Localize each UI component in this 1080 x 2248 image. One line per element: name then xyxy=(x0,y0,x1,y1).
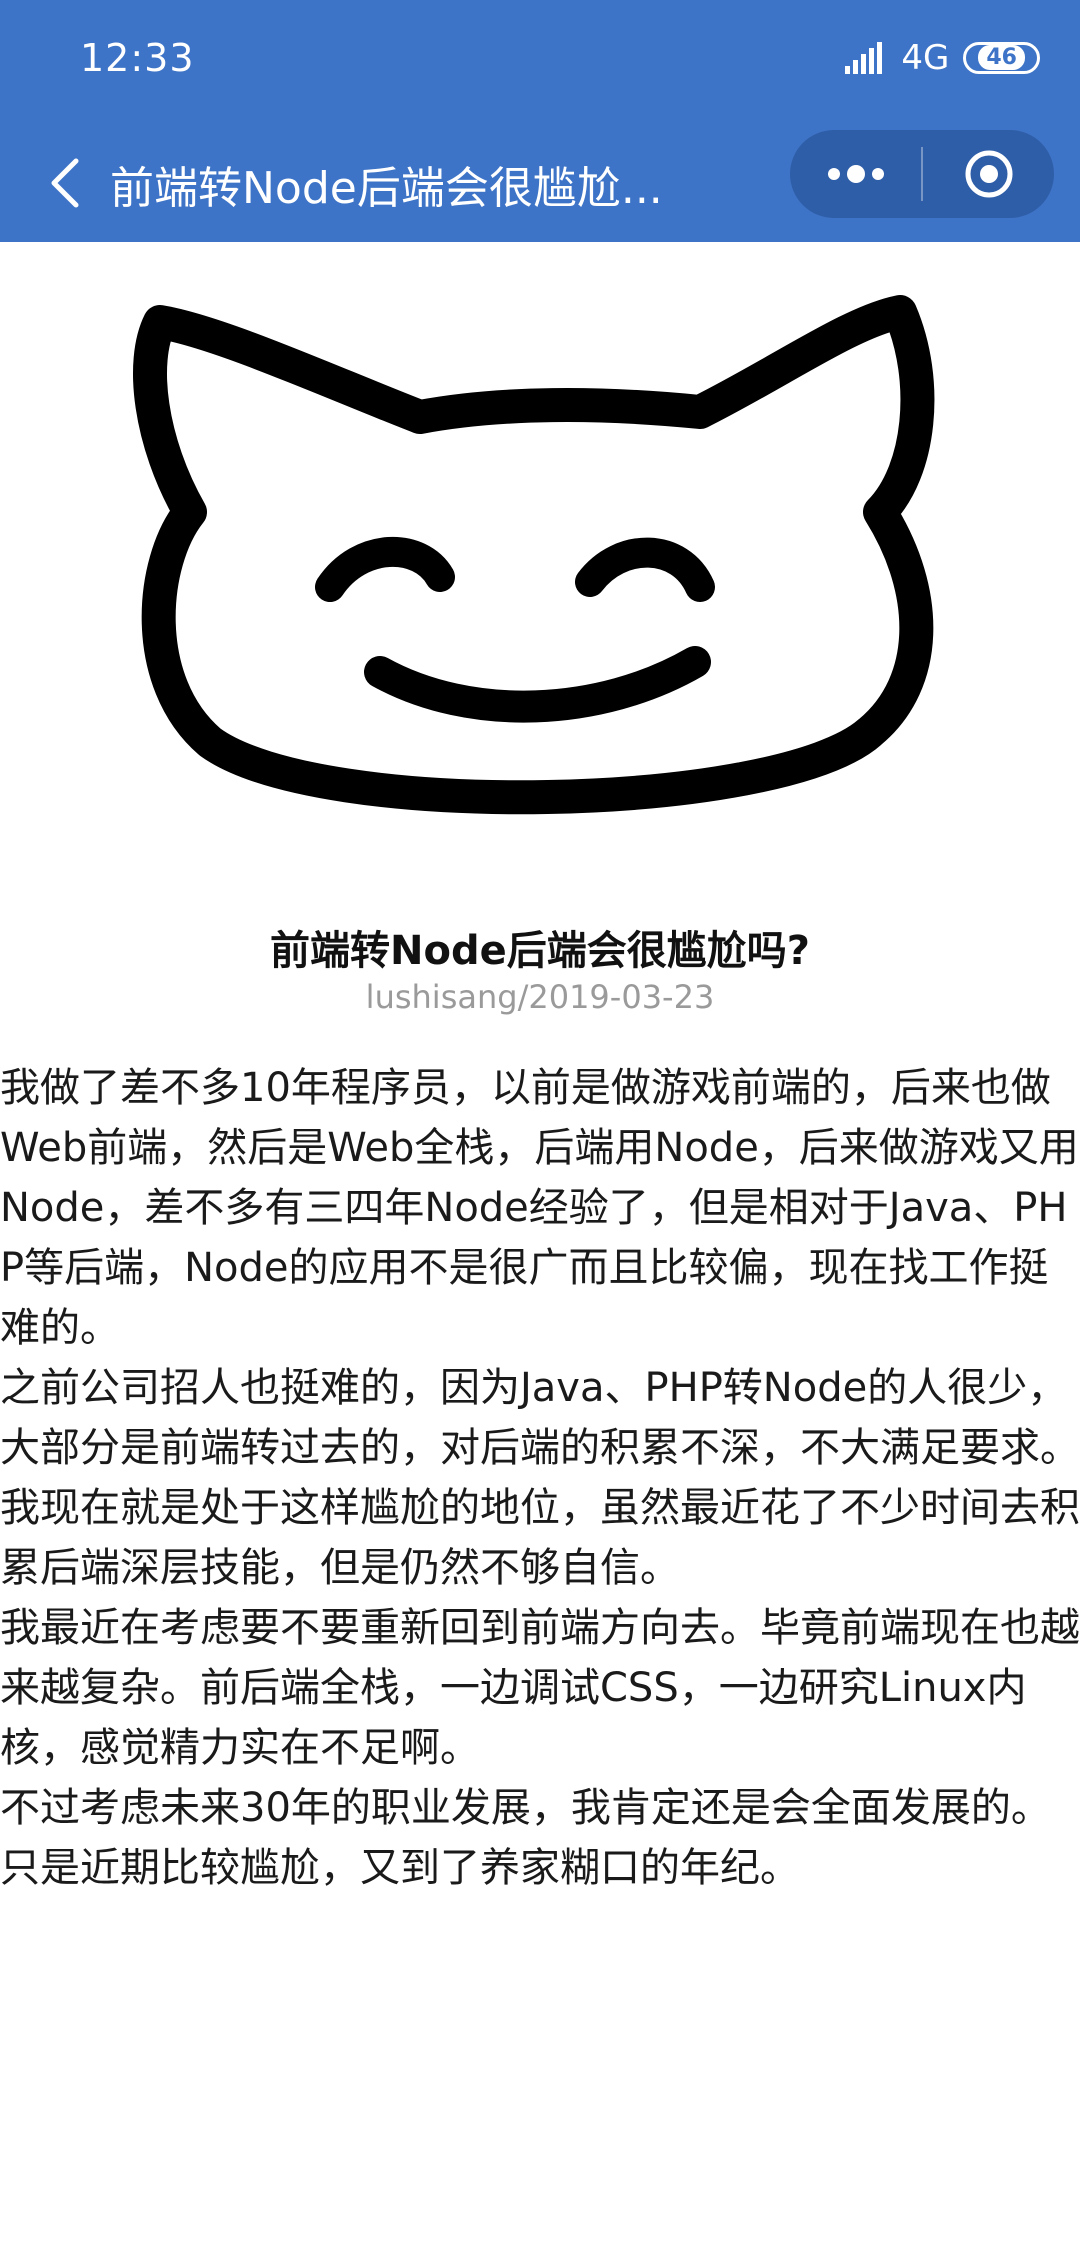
status-time: 12:33 xyxy=(80,36,195,80)
mini-program-capsule xyxy=(790,130,1054,218)
signal-icon xyxy=(845,42,883,74)
target-circle-icon xyxy=(965,150,1012,198)
battery-indicator: 46 xyxy=(963,42,1040,74)
smiling-cat-face-icon xyxy=(133,295,935,815)
battery-level: 46 xyxy=(978,45,1025,70)
network-type: 4G xyxy=(901,38,950,78)
app-header: 12:33 4G 46 前端转Node后端会很尴尬... xyxy=(0,0,1080,242)
article-body: 我做了差不多10年程序员，以前是做游戏前端的，后来也做Web前端，然后是Web全… xyxy=(0,1058,1080,1898)
chevron-left-icon xyxy=(51,158,79,208)
article-paragraph: 之前公司招人也挺难的，因为Java、PHP转Node的人很少，大部分是前端转过去… xyxy=(0,1365,1080,1471)
article-paragraph: 我最近在考虑要不要重新回到前端方向去。毕竟前端现在也越来越复杂。前后端全栈，一边… xyxy=(0,1605,1080,1771)
article-paragraph: 我现在就是处于这样尴尬的地位，虽然最近花了不少时间去积累后端深层技能，但是仍然不… xyxy=(0,1485,1080,1591)
more-button[interactable] xyxy=(790,130,921,218)
post-meta: lushisang/2019-03-23 xyxy=(365,978,715,1016)
close-button[interactable] xyxy=(923,130,1054,218)
post-title: 前端转Node后端会很尴尬吗? xyxy=(270,928,810,974)
article-paragraph: 我做了差不多10年程序员，以前是做游戏前端的，后来也做Web前端，然后是Web全… xyxy=(0,1065,1079,1351)
back-button[interactable] xyxy=(30,148,100,218)
more-dots-icon xyxy=(827,165,884,183)
nav-title: 前端转Node后端会很尴尬... xyxy=(110,163,663,214)
cover-image xyxy=(0,242,1080,862)
nav-bar: 前端转Node后端会很尴尬... xyxy=(0,130,1080,242)
article-paragraph: 不过考虑未来30年的职业发展，我肯定还是会全面发展的。只是近期比较尴尬，又到了养… xyxy=(0,1785,1051,1891)
status-indicators: 4G 46 xyxy=(845,38,1040,78)
